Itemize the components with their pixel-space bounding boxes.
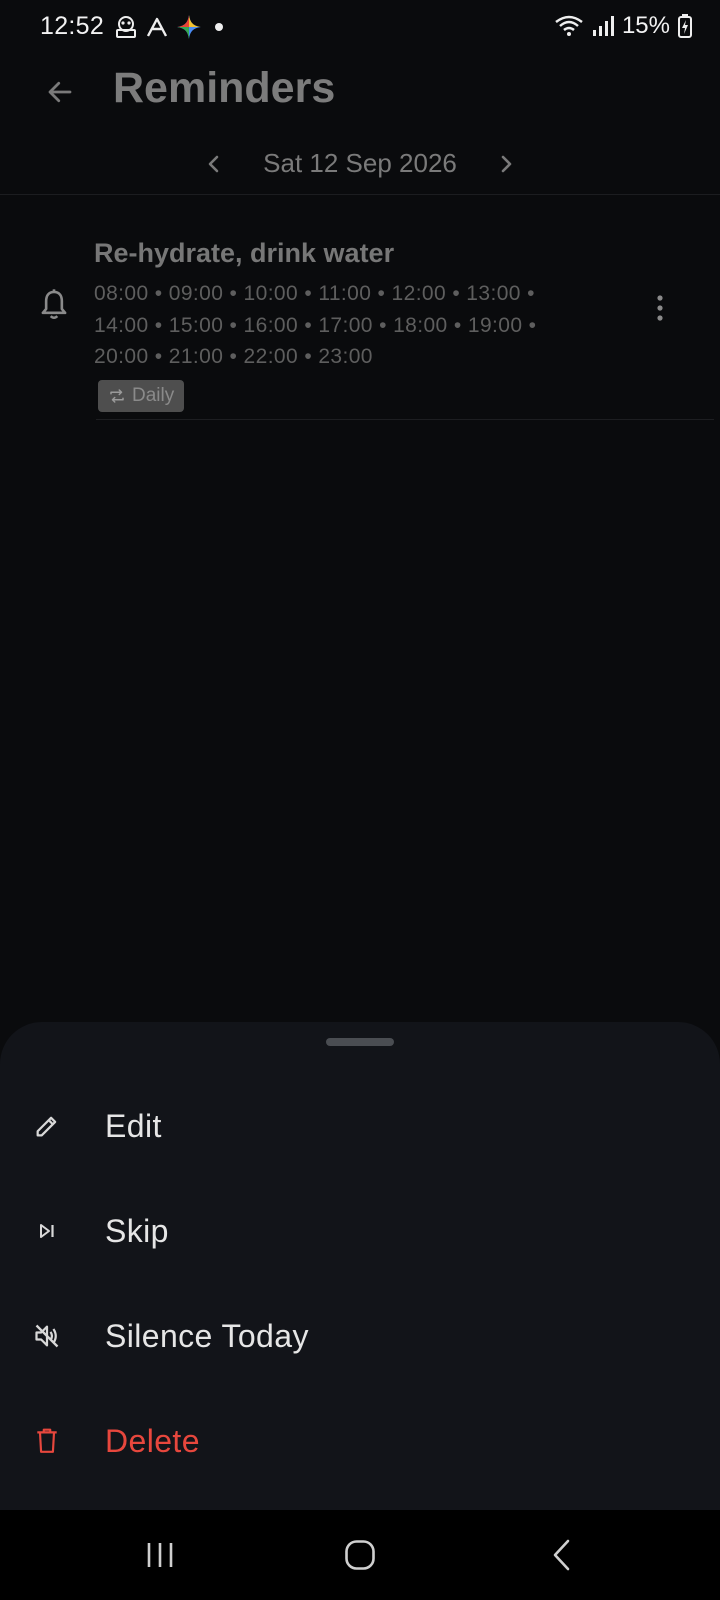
sheet-drag-handle[interactable] [326, 1038, 394, 1046]
skip-next-icon [32, 1216, 62, 1246]
page-title: Reminders [113, 64, 336, 112]
reminder-more-button[interactable] [640, 286, 680, 330]
home-icon [345, 1540, 375, 1570]
menu-item-delete[interactable]: Delete [0, 1389, 720, 1493]
reminder-times: 08:00 • 09:00 • 10:00 • 11:00 • 12:00 • … [94, 282, 537, 368]
reminder-item[interactable]: Re-hydrate, drink water 08:00 • 09:00 • … [0, 226, 720, 420]
status-notification-icons [114, 14, 229, 40]
action-bottom-sheet: Edit Skip Silence Today Delete [0, 1022, 720, 1510]
repeat-badge: Daily [98, 380, 185, 412]
reminder-title: Re-hydrate, drink water [94, 238, 395, 268]
pencil-icon [32, 1111, 62, 1141]
next-day-button[interactable] [488, 144, 524, 184]
signal-icon [592, 16, 614, 36]
menu-label-skip: Skip [105, 1212, 169, 1249]
arrow-left-icon [48, 81, 72, 103]
status-right: 15% [554, 12, 692, 40]
status-bar: 12:52 15% [0, 0, 720, 54]
trash-icon [32, 1426, 62, 1456]
dot-icon [215, 23, 223, 31]
wifi-icon [555, 15, 583, 36]
back-icon [553, 1539, 570, 1571]
menu-label-silence-today: Silence Today [105, 1317, 309, 1354]
menu-item-silence-today[interactable]: Silence Today [0, 1284, 720, 1388]
date-navigator: Sat 12 Sep 2026 [0, 134, 720, 195]
recents-icon [147, 1543, 173, 1567]
home-button[interactable] [330, 1530, 390, 1580]
divider [96, 419, 714, 420]
back-button[interactable] [36, 68, 84, 116]
app-bar: Reminders [0, 54, 720, 130]
menu-label-edit: Edit [105, 1107, 162, 1144]
menu-item-edit[interactable]: Edit [0, 1074, 720, 1178]
menu-label-delete: Delete [105, 1422, 200, 1459]
app-a-icon [146, 17, 168, 37]
gemini-sparkle-icon [177, 15, 201, 39]
repeat-label: Daily [132, 385, 175, 406]
volume-off-icon [32, 1321, 62, 1351]
battery-icon [678, 14, 692, 38]
status-time: 12:52 [40, 12, 105, 40]
recents-button[interactable] [130, 1530, 190, 1580]
menu-item-skip[interactable]: Skip [0, 1179, 720, 1283]
battery-percent: 15% [621, 12, 670, 39]
notification-icon [116, 16, 136, 38]
chevron-right-icon [501, 155, 512, 173]
system-nav-bar [0, 1510, 720, 1600]
bell-icon [41, 289, 67, 320]
more-vert-icon [657, 295, 663, 321]
repeat-icon [110, 389, 124, 403]
nav-back-button[interactable] [532, 1530, 592, 1580]
current-date[interactable]: Sat 12 Sep 2026 [0, 148, 720, 179]
